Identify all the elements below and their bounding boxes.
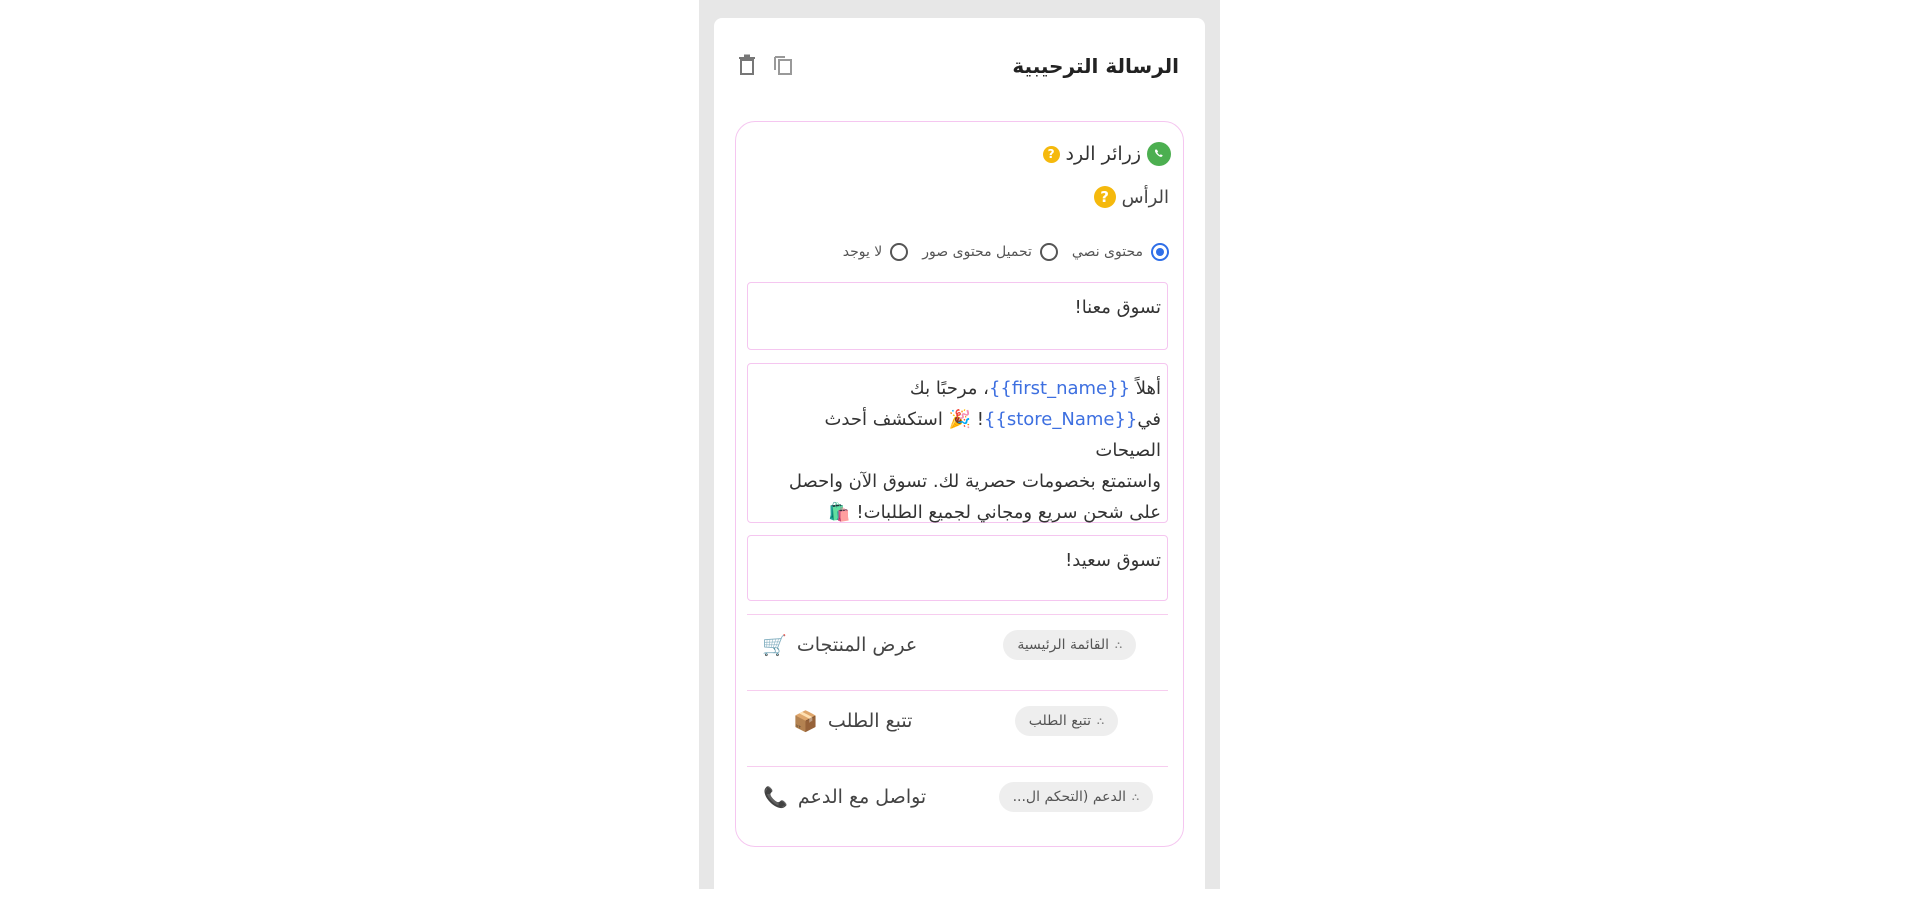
target-flow-chip[interactable]: ⛬ القائمة الرئيسية: [1003, 630, 1136, 660]
body-line-3: واستمتع بخصومات حصرية لك. تسوق الآن واحص…: [788, 471, 1161, 492]
reply-buttons-title: زرائر الرد: [1065, 143, 1141, 165]
store-name-variable: {{store_Name}}: [983, 409, 1138, 430]
reply-button-label[interactable]: عرض المنتجات 🛒: [762, 634, 917, 656]
cart-icon: 🛒: [762, 633, 787, 657]
help-icon[interactable]: ?: [1042, 145, 1060, 163]
flow-icon: ⛬: [1115, 639, 1122, 651]
reply-button-row: ⛬ الدعم (التحكم ال... تواصل مع الدعم 📞: [747, 767, 1168, 827]
package-icon: 📦: [793, 709, 818, 733]
radio-image-content[interactable]: تحميل محتوى صور: [922, 243, 1058, 261]
body-line-4: على شحن سريع ومجاني لجميع الطلبات! 🛍️: [828, 502, 1161, 523]
welcome-message-card: الرسالة الترحيبية زرائر الرد ? الرأس ? م…: [714, 18, 1205, 918]
radio-checked-icon: [1151, 243, 1169, 261]
copy-icon: [774, 56, 792, 75]
reply-buttons-heading: زرائر الرد ?: [1042, 142, 1171, 166]
radio-unchecked-icon: [890, 243, 909, 261]
first-name-variable: {{first_name}}: [988, 378, 1131, 399]
radio-unchecked-icon: [1039, 243, 1058, 261]
header-text-input[interactable]: تسوق معنا!: [747, 282, 1168, 350]
radio-text-content[interactable]: محتوى نصي: [1072, 243, 1169, 261]
body-line-1: أهلاً {{first_name}}، مرحبًا بك: [909, 378, 1161, 399]
trash-icon: [739, 54, 755, 75]
body-line-2: في{{store_Name}}! 🎉 استكشف أحدث الصيحات: [824, 409, 1161, 461]
radio-none[interactable]: لا يوجد: [843, 243, 909, 261]
header-label-text: الرأس: [1121, 186, 1169, 208]
card-actions: [736, 52, 794, 78]
flow-icon: ⛬: [1132, 791, 1139, 803]
reply-button-label[interactable]: تتبع الطلب 📦: [793, 710, 912, 732]
duplicate-button[interactable]: [772, 52, 794, 78]
header-help-icon[interactable]: ?: [1093, 186, 1116, 208]
header-type-radio-group: محتوى نصي تحميل محتوى صور لا يوجد: [843, 243, 1169, 261]
editor-column: الرسالة الترحيبية زرائر الرد ? الرأس ? م…: [699, 0, 1220, 918]
target-flow-chip[interactable]: ⛬ تتبع الطلب: [1014, 706, 1118, 736]
body-text-input[interactable]: أهلاً {{first_name}}، مرحبًا بك في{{stor…: [747, 363, 1168, 523]
whatsapp-icon: [1147, 142, 1171, 166]
reply-button-row: ⛬ تتبع الطلب تتبع الطلب 📦: [747, 691, 1168, 751]
reply-buttons-panel: زرائر الرد ? الرأس ? محتوى نصي تحميل محت…: [735, 121, 1184, 847]
target-flow-chip[interactable]: ⛬ الدعم (التحكم ال...: [998, 782, 1153, 812]
reply-button-row: ⛬ القائمة الرئيسية عرض المنتجات 🛒: [747, 615, 1168, 675]
phone-icon: 📞: [763, 785, 788, 809]
footer-text-input[interactable]: تسوق سعيد!: [747, 535, 1168, 601]
header-label: الرأس ?: [1093, 186, 1169, 208]
card-title: الرسالة الترحيبية: [1012, 54, 1179, 78]
reply-button-label[interactable]: تواصل مع الدعم 📞: [763, 786, 926, 808]
flow-icon: ⛬: [1097, 715, 1104, 727]
delete-button[interactable]: [736, 52, 758, 78]
